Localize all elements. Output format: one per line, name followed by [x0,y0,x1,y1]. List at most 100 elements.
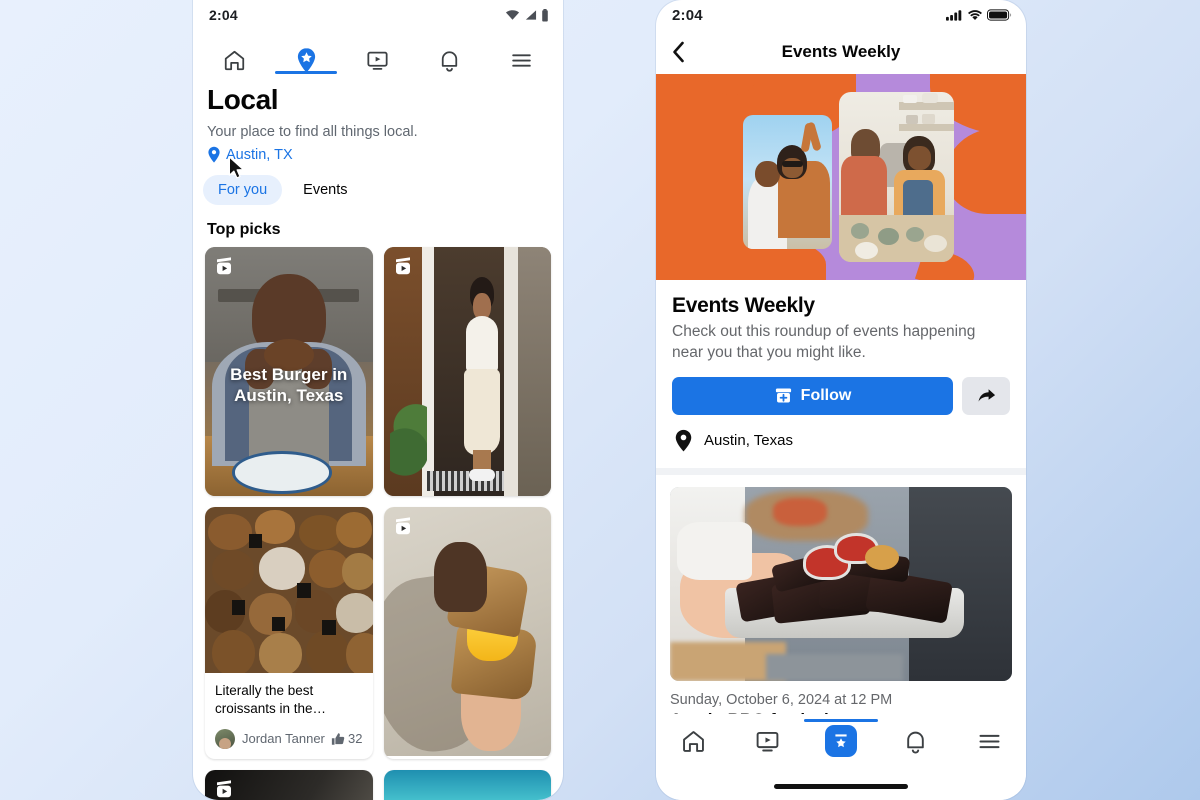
right-status-bar: 2:04 [656,0,1026,30]
bottomnav-item-home[interactable] [656,728,730,755]
card-author[interactable]: Jordan Tanner [215,728,325,749]
page-location-label: Austin, Texas [704,431,793,449]
status-bar-clock: 2:04 [672,6,703,24]
flag-star-icon [825,725,857,757]
left-phone-screen: 2:04 Local Your place to find all things… [193,0,563,800]
card-next-row-right[interactable] [383,769,551,800]
location-label: Austin, TX [226,146,293,163]
top-picks-grid: Best Burger in Austin, Texas Literally t… [193,247,563,800]
bell-icon [437,46,462,74]
doorway-photo [383,247,551,496]
cover-photo-friends [742,115,832,250]
share-button[interactable] [962,376,1010,415]
hamburger-menu-icon [978,734,1000,748]
share-arrow-icon [977,389,995,402]
wifi-icon [505,10,520,20]
location-pin-star-icon [294,46,319,74]
card-croissants[interactable]: Literally the best croissants in the Mis… [205,507,373,759]
page-description: Check out this roundup of events happeni… [672,323,976,361]
page-actions: Follow [672,376,1010,415]
bottomnav-item-menu[interactable] [952,728,1026,755]
event-date: Sunday, October 6, 2024 at 12 PM [670,691,893,708]
bell-icon [906,731,924,753]
card-overlay-caption: Best Burger in Austin, Texas [205,364,373,407]
header-title: Events Weekly [781,42,901,61]
author-name: Jordan Tanner [242,731,325,747]
card-body: Literally the best croissants in the Mis… [205,673,373,759]
local-tabs: For you Events [193,163,563,205]
home-icon [682,730,704,752]
topnav-item-video[interactable] [342,30,414,74]
back-button[interactable] [672,41,698,63]
tab-events[interactable]: Events [288,175,362,205]
reels-icon [392,515,414,537]
section-title-top-picks: Top picks [207,221,281,238]
caption-line-1: Best Burger in [230,364,348,384]
card-burger[interactable]: Best Burger in Austin, Texas [205,247,373,496]
page-location: Austin, Texas [672,415,1010,468]
page-cover-image[interactable] [656,74,1026,280]
tab-for-you[interactable]: For you [203,175,283,205]
topnav-item-notifications[interactable] [414,30,486,74]
reels-icon [213,778,235,800]
event-card[interactable]: Sunday, October 6, 2024 at 12 PM Austin … [656,475,1026,730]
location-pin-icon [208,146,220,163]
avatar [215,728,235,749]
page-info: Events Weekly Check out this roundup of … [656,280,1026,468]
card-grilled-cheese[interactable] [383,507,551,759]
left-top-nav [193,30,563,74]
event-image [670,486,1012,681]
follow-button[interactable]: Follow [672,376,953,415]
video-icon [756,731,778,751]
right-app-header: Events Weekly [656,30,1026,74]
chevron-left-icon [673,41,684,63]
card-next-row-left[interactable] [205,769,373,800]
card-doorway[interactable] [383,247,551,496]
right-phone-screen: 2:04 Events Weekly Events Weekly Check o… [656,0,1026,800]
bottom-nav-row [656,714,1026,768]
topnav-item-local[interactable] [271,30,343,74]
thumbs-up-icon [331,732,345,745]
bottomnav-item-local[interactable] [804,719,878,757]
section-divider [656,467,1026,475]
right-bottom-nav [656,714,1026,800]
like-count-value: 32 [348,731,363,747]
status-bar-clock: 2:04 [209,7,238,23]
card-image [205,769,373,800]
reels-icon [213,255,235,277]
card-meta: Jordan Tanner 32 [215,728,363,749]
card-image: Best Burger in Austin, Texas [205,247,373,496]
topnav-item-home[interactable] [199,30,271,74]
local-header: Local Your place to find all things loca… [193,74,563,163]
home-icon [222,46,247,74]
topnav-item-menu[interactable] [485,30,557,74]
location-pin-icon [675,429,692,452]
card-image [205,507,373,673]
like-count: 32 [331,731,363,747]
card-title: Literally the best croissants in the Mis… [215,683,314,716]
card-image [383,247,551,496]
card-image [383,769,551,800]
pastries-photo [205,507,373,673]
bbq-photo [670,486,1012,681]
bottomnav-item-video[interactable] [730,728,804,755]
location-selector[interactable]: Austin, TX [207,146,549,163]
wifi-icon [968,10,982,20]
reels-icon [392,255,414,277]
status-bar-icons [946,9,1012,21]
page-name: Events Weekly [672,294,815,317]
cover-photo-pottery [839,91,954,263]
signal-icon [525,10,537,20]
caption-line-2: Austin, Texas [234,386,344,406]
grilled-cheese-photo [383,507,551,756]
home-indicator [774,784,908,789]
page-subtitle: Your place to find all things local. [207,124,418,140]
follow-button-label: Follow [800,386,852,404]
page-title: Local [207,84,279,115]
status-bar-icons [505,8,549,22]
beach-photo [383,769,551,800]
active-tab-underline [804,719,878,722]
bottomnav-item-notifications[interactable] [878,728,952,755]
left-status-bar: 2:04 [193,0,563,30]
hamburger-menu-icon [509,46,534,74]
